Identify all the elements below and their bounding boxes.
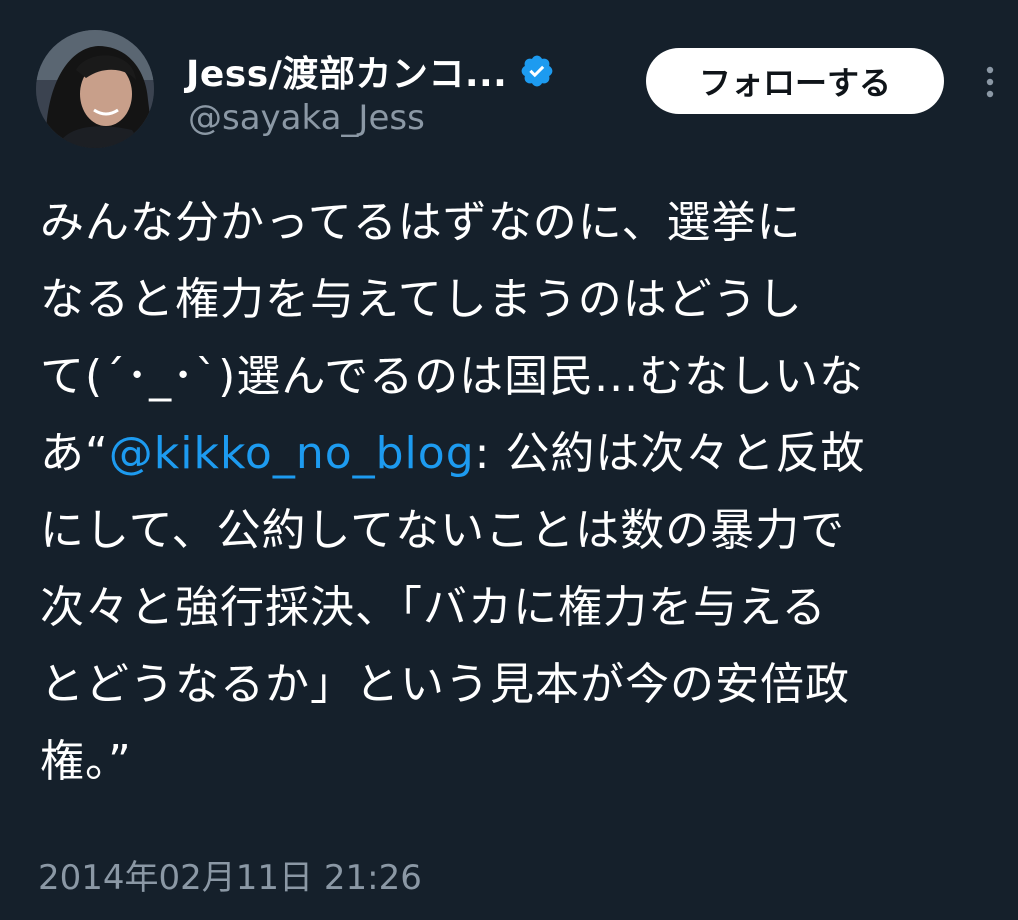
tweet-text-line: とどうなるか」という見本が今の安倍政 — [40, 659, 850, 710]
avatar-photo — [36, 30, 154, 148]
author-display-name[interactable]: Jess/渡部カンコ... — [186, 45, 507, 97]
tweet-text-segment: あ“ — [40, 428, 109, 479]
verified-badge-icon[interactable] — [519, 53, 555, 89]
tweet-card: Jess/渡部カンコ... @sayaka_Jess フォローする みんな分かっ… — [0, 0, 1018, 920]
tweet-text-line: にして、公約してないことは数の暴力で — [40, 505, 846, 556]
tweet-text-line: あ“@kikko_no_blog: 公約は次々と反故 — [40, 415, 990, 492]
tweet-timestamp[interactable]: 2014年02月11日 21:26 — [38, 850, 422, 899]
author-name-row: Jess/渡部カンコ... — [186, 46, 555, 96]
author-handle[interactable]: @sayaka_Jess — [188, 98, 425, 138]
tweet-text-line: 権。” — [40, 736, 132, 787]
tweet-text: みんな分かってるはずなのに、選挙に なると権力を与えてしまうのはどうし て(´･… — [40, 184, 990, 800]
tweet-text-line: 次々と強行採決、「バカに権力を与える — [40, 582, 827, 633]
more-vertical-icon[interactable] — [978, 62, 1002, 102]
mention-link[interactable]: @kikko_no_blog — [109, 428, 475, 479]
tweet-text-line: て(´･_･`)選んでるのは国民...むなしいな — [40, 351, 865, 402]
follow-button[interactable]: フォローする — [646, 48, 944, 114]
tweet-text-line: みんな分かってるはずなのに、選挙に — [40, 197, 802, 248]
tweet-text-segment: : 公約は次々と反故 — [474, 428, 866, 479]
tweet-text-line: なると権力を与えてしまうのはどうし — [40, 274, 803, 325]
avatar[interactable] — [36, 30, 154, 148]
